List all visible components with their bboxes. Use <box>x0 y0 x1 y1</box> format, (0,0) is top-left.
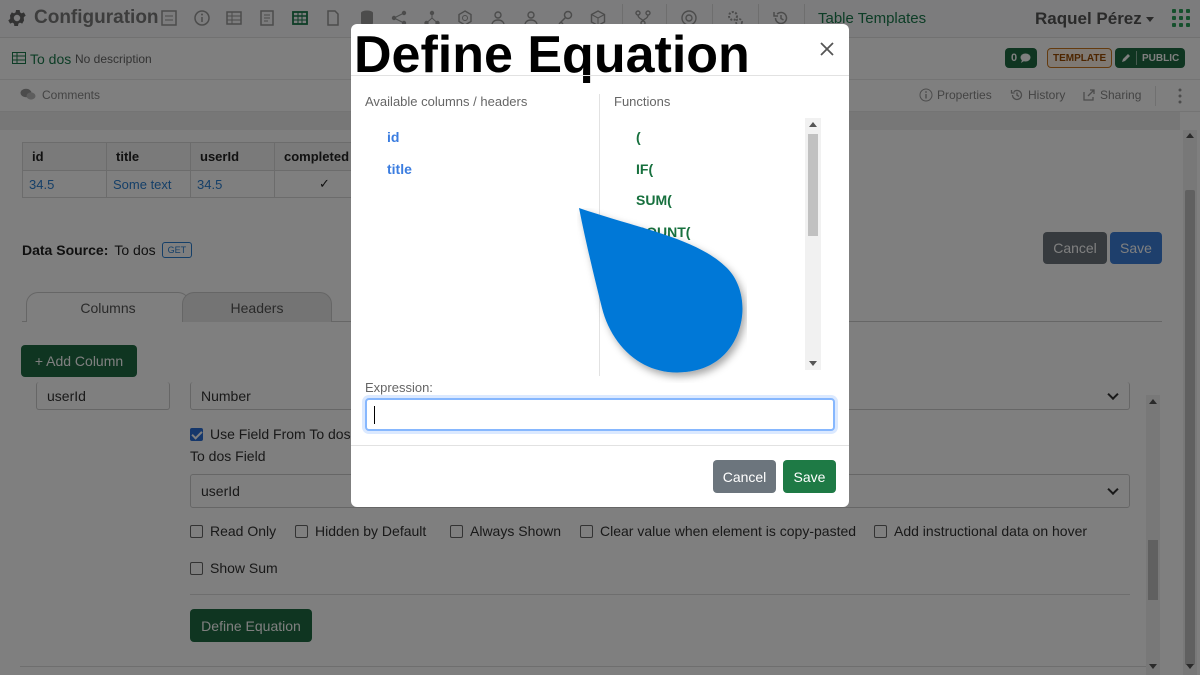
text-cursor <box>374 406 375 424</box>
column-option-id[interactable]: id <box>387 129 399 145</box>
drag-cursor-drop-icon <box>579 208 743 373</box>
columns-heading: Available columns / headers <box>365 94 528 109</box>
define-equation-modal: Define Equation Available columns / head… <box>351 24 849 507</box>
scroll-up-icon <box>809 122 817 127</box>
expression-label: Expression: <box>365 380 433 395</box>
function-option-paren[interactable]: ( <box>636 129 641 145</box>
functions-scrollbar[interactable] <box>805 118 821 370</box>
expression-input[interactable] <box>365 398 835 431</box>
scroll-thumb[interactable] <box>808 134 818 236</box>
column-option-title[interactable]: title <box>387 161 412 177</box>
function-option-if[interactable]: IF( <box>636 161 653 177</box>
modal-footer-divider <box>351 445 849 446</box>
modal-header-divider <box>351 75 849 76</box>
modal-cancel-button[interactable]: Cancel <box>713 460 776 493</box>
scroll-down-icon <box>809 361 817 366</box>
function-option-sum[interactable]: SUM( <box>636 192 672 208</box>
close-icon[interactable] <box>817 39 837 59</box>
modal-save-button[interactable]: Save <box>783 460 836 493</box>
functions-heading: Functions <box>614 94 671 109</box>
